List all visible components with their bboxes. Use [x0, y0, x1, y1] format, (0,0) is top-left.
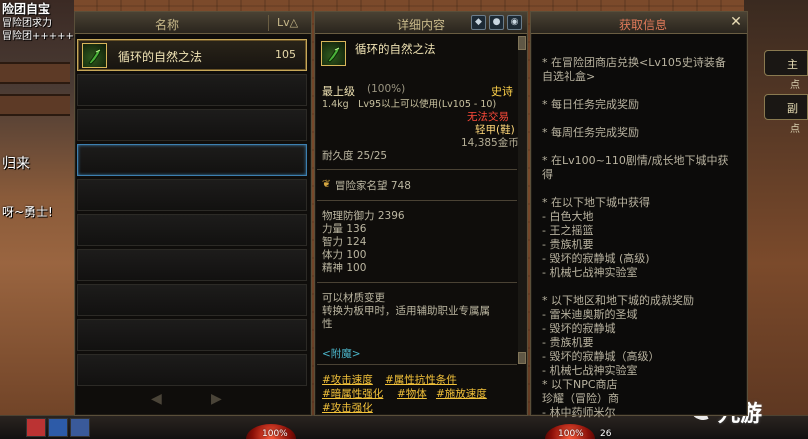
item-list-panel: 名称 Lv△ 循环的自然之法 105 ◀ ▶	[74, 11, 312, 416]
side-menu-button[interactable]: 副	[764, 94, 808, 120]
list-item-empty[interactable]	[77, 74, 307, 106]
boots-icon	[82, 43, 107, 68]
stat-line: 精神 100	[322, 262, 367, 274]
eye-icon[interactable]: ◉	[507, 15, 522, 30]
source-line: * 每日任务完成奖励	[542, 98, 639, 111]
divider	[317, 282, 517, 283]
mp-orb-value: 100%	[558, 429, 584, 439]
list-header: 名称 Lv△	[75, 12, 311, 34]
divider	[317, 364, 517, 365]
enchant-label: <附魔>	[322, 348, 361, 360]
chat-bubble-text: 归来	[2, 156, 30, 172]
source-line: 自选礼盒>	[542, 70, 596, 83]
side-menu-label: 副	[787, 102, 798, 115]
material-change-line: 转换为板甲时，适用辅助职业专属属	[322, 305, 490, 317]
left-scene: 险团自宝 冒险团求力 冒险团++++++ 归来 呀~勇士!	[0, 0, 82, 439]
tag-link[interactable]: #攻击强化	[322, 400, 373, 415]
source-title: 获取信息	[619, 18, 668, 32]
item-name: 循环的自然之法	[118, 50, 203, 64]
shelf	[0, 94, 70, 116]
boots-icon	[321, 41, 346, 66]
detail-content: 循环的自然之法 最上级 (100%) 史诗 1.4kg Lv95以上可以使用(L…	[315, 35, 519, 415]
material-change-line: 性	[322, 318, 333, 330]
hp-orb-value: 100%	[262, 429, 288, 439]
source-header: 获取信息 ✕	[531, 12, 747, 34]
tag-link[interactable]: #暗属性强化	[322, 386, 383, 401]
divider	[317, 200, 517, 201]
compare-icon[interactable]: ◆	[471, 15, 486, 30]
chat-bubble-text: 呀~勇士!	[2, 205, 53, 219]
next-page-button[interactable]: ▶	[211, 391, 222, 407]
sell-price: 14,385金币	[461, 137, 519, 149]
player-name-tag: 冒险团++++++	[2, 31, 83, 42]
source-line: 得	[542, 168, 553, 181]
shelf	[0, 62, 70, 84]
source-line: - 林中药师米尔	[542, 406, 616, 419]
detail-scroll-thumb[interactable]	[518, 36, 526, 50]
list-item-empty[interactable]	[77, 109, 307, 141]
durability: 耐久度 25/25	[322, 150, 388, 162]
hud-icon[interactable]	[48, 418, 68, 437]
list-item-empty[interactable]	[77, 319, 307, 351]
bottom-hud	[0, 415, 808, 439]
grade-percent: (100%)	[367, 83, 406, 95]
side-menu-label: 主	[787, 58, 798, 71]
tag-link[interactable]: #属性抗性条件	[385, 372, 457, 387]
weight-requirement: 1.4kg Lv95以上可以使用(Lv105 - 10)	[322, 99, 497, 110]
side-menu-button[interactable]: 主	[764, 50, 808, 76]
detail-header: 详细内容 ◆ ● ◉	[315, 12, 527, 34]
item-level: 105	[275, 48, 296, 61]
detail-title: 详细内容	[397, 18, 446, 32]
list-item-empty[interactable]	[77, 249, 307, 281]
list-item-empty[interactable]	[77, 179, 307, 211]
reputation-icon: ❦	[322, 178, 331, 190]
list-item-empty[interactable]	[77, 144, 307, 176]
list-item-empty[interactable]	[77, 354, 307, 386]
reputation: 冒险家名望 748	[335, 180, 411, 192]
prev-page-button[interactable]: ◀	[151, 391, 162, 407]
tag-link[interactable]: #攻击速度	[322, 372, 373, 387]
item-detail-panel: 详细内容 ◆ ● ◉ 循环的自然之法 最上级 (100%) 史诗 1.4kg L…	[314, 11, 528, 416]
detail-item-name: 循环的自然之法	[355, 42, 436, 56]
side-menu-sub: 点	[790, 80, 800, 91]
tag-link[interactable]: #施放速度	[436, 386, 487, 401]
source-line: - 机械七战神实验室	[542, 266, 638, 279]
close-button[interactable]: ✕	[728, 14, 744, 30]
divider	[317, 169, 517, 170]
level-value: 26	[600, 429, 612, 439]
detail-scroll-down[interactable]	[518, 352, 526, 364]
column-divider	[268, 15, 269, 31]
tag-link[interactable]: #物体	[397, 386, 427, 401]
source-line: * 在Lv100~110剧情/成长地下城中获	[542, 154, 729, 167]
list-item-empty[interactable]	[77, 284, 307, 316]
pin-icon[interactable]: ●	[489, 15, 504, 30]
hud-icon[interactable]	[70, 418, 90, 437]
source-info-panel: 获取信息 ✕ * 在冒险团商店兑换<Lv105史诗装备 自选礼盒> * 每日任务…	[530, 11, 748, 419]
col-name-header[interactable]: 名称	[155, 16, 179, 33]
col-lv-header[interactable]: Lv△	[277, 16, 298, 29]
side-menu-sub: 点	[790, 124, 800, 135]
list-item-empty[interactable]	[77, 214, 307, 246]
list-item[interactable]: 循环的自然之法 105	[77, 39, 307, 71]
detail-scrollbar[interactable]	[518, 36, 526, 361]
source-line: * 每周任务完成奖励	[542, 126, 639, 139]
